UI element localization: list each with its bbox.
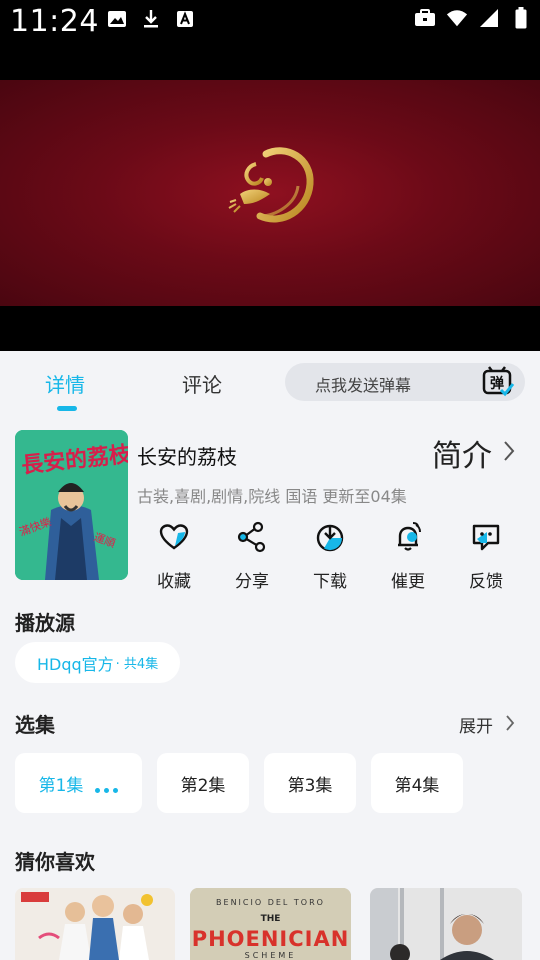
signal-icon (478, 7, 500, 29)
recommend-card-top-text: BENICIO DEL TORO (216, 898, 325, 907)
expand-button[interactable]: 展开 (459, 712, 493, 737)
episode-item[interactable]: 第1集 (15, 753, 142, 813)
chevron-right-icon[interactable] (503, 713, 517, 733)
episode-item[interactable]: 第4集 (371, 753, 463, 813)
recommend-card[interactable] (370, 888, 522, 960)
episode-label: 第2集 (180, 775, 226, 796)
recommend-card[interactable] (15, 888, 175, 960)
tab-comments[interactable]: 评论 (182, 369, 222, 398)
font-icon (174, 8, 196, 30)
episode-item[interactable]: 第3集 (264, 753, 356, 813)
now-playing-icon (95, 773, 119, 793)
video-player[interactable] (0, 44, 540, 351)
download-icon (140, 8, 162, 30)
show-tags: 古装,喜剧,剧情,院线 国语 更新至04集 (137, 487, 407, 506)
tab-details[interactable]: 详情 (45, 369, 85, 398)
danmaku-input[interactable]: 点我发送弹幕 弹 (285, 363, 525, 401)
source-count: · 共4集 (115, 657, 159, 672)
image-icon (106, 8, 128, 30)
danmaku-placeholder: 点我发送弹幕 (315, 376, 412, 395)
danmaku-toggle-icon[interactable]: 弹 (481, 366, 515, 398)
episode-label: 第4集 (394, 775, 440, 796)
show-title: 长安的荔枝 (137, 445, 237, 469)
recommend-card-title: PHOENICIAN (191, 927, 350, 951)
show-poster: 滿快樂 運順 長安的荔枝 (15, 430, 128, 580)
recommend-section-title: 猜你喜欢 (15, 850, 95, 874)
source-section-title: 播放源 (15, 611, 75, 635)
episode-label: 第3集 (287, 775, 333, 796)
recommend-poster (15, 888, 175, 960)
download-label: 下载 (313, 572, 347, 592)
battery-icon (510, 7, 532, 29)
share-icon (237, 521, 266, 553)
share-button[interactable]: 分享 (220, 521, 284, 592)
feedback-button[interactable]: 反馈 (454, 521, 518, 592)
action-bar: 收藏 分享 下载 催更 反馈 (137, 521, 527, 592)
feedback-label: 反馈 (469, 572, 503, 592)
download-button[interactable]: 下载 (298, 521, 362, 592)
favorite-button[interactable]: 收藏 (142, 521, 206, 592)
favorite-label: 收藏 (157, 572, 191, 592)
episodes-section-title: 选集 (15, 713, 55, 737)
source-name: HDqq官方 (37, 654, 114, 674)
status-time: 11:24 (10, 4, 99, 39)
urge-update-label: 催更 (391, 572, 425, 592)
status-bar: 11:24 (0, 0, 540, 44)
share-label: 分享 (235, 572, 269, 592)
urge-update-button[interactable]: 催更 (376, 521, 440, 592)
intro-link[interactable]: 简介 (432, 431, 492, 475)
recommend-card-sub: SCHEME (244, 951, 297, 960)
source-chip[interactable]: HDqq官方 · 共4集 (15, 642, 181, 683)
active-tab-indicator (57, 406, 77, 411)
tabs-row: 详情 评论 点我发送弹幕 弹 (0, 351, 540, 413)
studio-logo-icon (228, 147, 314, 223)
wifi-icon (446, 7, 468, 29)
download-circle-icon (316, 524, 344, 552)
episode-label: 第1集 (38, 775, 84, 796)
show-info: 滿快樂 運順 長安的荔枝 长安的荔枝 简介 古装,喜剧,剧情,院线 国语 更新至… (0, 413, 540, 603)
briefcase-icon (414, 7, 436, 29)
episode-item[interactable]: 第2集 (157, 753, 249, 813)
video-frame[interactable] (0, 80, 540, 306)
recommend-card[interactable]: BENICIO DEL TORO THE PHOENICIAN SCHEME (190, 888, 351, 960)
feedback-icon (472, 524, 500, 551)
bell-icon (398, 522, 421, 551)
recommend-poster (370, 888, 522, 960)
chevron-right-icon[interactable] (500, 438, 518, 464)
recommend-card-the: THE (260, 914, 281, 924)
heart-icon (159, 524, 189, 550)
